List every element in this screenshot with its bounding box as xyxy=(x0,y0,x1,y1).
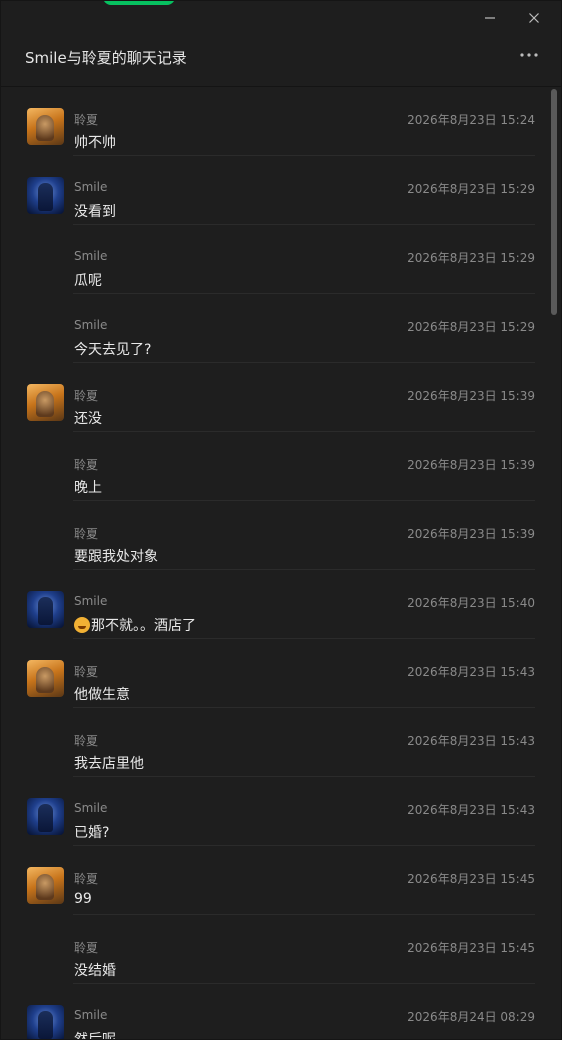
message-time: 2026年8月23日 15:39 xyxy=(407,527,535,541)
message-text: 没结婚 xyxy=(74,960,116,980)
message-text: 然后呢 xyxy=(74,1029,116,1040)
sender-name: Smile xyxy=(74,180,108,194)
sender-name: Smile xyxy=(74,318,108,332)
message-text-content: 然后呢 xyxy=(74,1032,116,1040)
message-item[interactable]: 聆夏 2026年8月23日 15:39 晚上 xyxy=(1,432,549,501)
message-text-content: 今天去见了? xyxy=(74,342,152,358)
message-item[interactable]: 聆夏 2026年8月23日 15:39 要跟我处对象 xyxy=(1,501,549,570)
message-time: 2026年8月23日 15:39 xyxy=(407,458,535,472)
message-text-content: 还没 xyxy=(74,411,102,427)
message-time: 2026年8月23日 15:24 xyxy=(407,113,535,127)
avatar[interactable] xyxy=(27,660,64,697)
window-title: Smile与聆夏的聊天记录 xyxy=(25,49,187,67)
chat-history-window: Smile与聆夏的聊天记录 聆夏 2026年8月23日 15:24 帅不帅 Smile… xyxy=(0,0,562,1040)
scrollbar[interactable] xyxy=(551,89,557,315)
title-bar: Smile与聆夏的聊天记录 xyxy=(1,1,561,87)
message-item[interactable]: Smile 2026年8月24日 08:29 然后呢 xyxy=(1,984,549,1040)
message-item[interactable]: 聆夏 2026年8月23日 15:39 还没 xyxy=(1,363,549,432)
message-time: 2026年8月23日 15:39 xyxy=(407,389,535,403)
sender-name: 聆夏 xyxy=(74,665,99,679)
message-text: 要跟我处对象 xyxy=(74,546,158,566)
sender-name: Smile xyxy=(74,249,108,263)
message-time: 2026年8月23日 15:45 xyxy=(407,941,535,955)
message-time: 2026年8月23日 15:29 xyxy=(407,182,535,196)
avatar[interactable] xyxy=(27,798,64,835)
window-controls xyxy=(475,9,549,27)
message-time: 2026年8月23日 15:29 xyxy=(407,320,535,334)
message-item[interactable]: Smile 2026年8月23日 15:29 瓜呢 xyxy=(1,225,549,294)
sender-name: 聆夏 xyxy=(74,458,99,472)
sender-name: 聆夏 xyxy=(74,527,99,541)
message-time: 2026年8月23日 15:43 xyxy=(407,803,535,817)
avatar[interactable] xyxy=(27,177,64,214)
sender-name: Smile xyxy=(74,594,108,608)
message-list[interactable]: 聆夏 2026年8月23日 15:24 帅不帅 Smile 2026年8月23日 15:… xyxy=(1,87,549,1040)
sender-name: Smile xyxy=(74,1008,108,1022)
sender-name: Smile xyxy=(74,801,108,815)
message-time: 2026年8月23日 15:29 xyxy=(407,251,535,265)
avatar[interactable] xyxy=(27,108,64,145)
message-text: 他做生意 xyxy=(74,684,130,704)
message-text: 99 xyxy=(74,891,92,907)
message-text-content: 他做生意 xyxy=(74,687,130,703)
message-text-content: 没看到 xyxy=(74,204,116,220)
message-text: 那不就。。酒店了 xyxy=(74,615,196,635)
message-text-content: 晚上 xyxy=(74,480,102,496)
minimize-icon[interactable] xyxy=(475,9,505,27)
sender-name: 聆夏 xyxy=(74,113,99,127)
message-text: 帅不帅 xyxy=(74,132,116,152)
message-item[interactable]: Smile 2026年8月23日 15:29 没看到 xyxy=(1,156,549,225)
avatar[interactable] xyxy=(27,384,64,421)
message-text: 没看到 xyxy=(74,201,116,221)
message-item[interactable]: 聆夏 2026年8月23日 15:45 99 xyxy=(1,846,549,915)
more-icon[interactable] xyxy=(517,45,541,65)
sender-name: 聆夏 xyxy=(74,389,99,403)
message-item[interactable]: 聆夏 2026年8月23日 15:24 帅不帅 xyxy=(1,87,549,156)
message-text-content: 帅不帅 xyxy=(74,135,116,151)
close-icon[interactable] xyxy=(519,9,549,27)
message-time: 2026年8月23日 15:40 xyxy=(407,596,535,610)
grin-emoji-icon xyxy=(74,617,90,633)
message-text-content: 那不就。。酒店了 xyxy=(91,618,196,634)
message-time: 2026年8月23日 15:45 xyxy=(407,872,535,886)
message-text-content: 99 xyxy=(74,891,92,907)
message-text: 瓜呢 xyxy=(74,270,102,290)
sender-name: 聆夏 xyxy=(74,941,99,955)
message-text-content: 我去店里他 xyxy=(74,756,144,772)
message-text-content: 瓜呢 xyxy=(74,273,102,289)
message-item[interactable]: Smile 2026年8月23日 15:29 今天去见了? xyxy=(1,294,549,363)
message-item[interactable]: 聆夏 2026年8月23日 15:43 他做生意 xyxy=(1,639,549,708)
avatar[interactable] xyxy=(27,591,64,628)
sender-name: 聆夏 xyxy=(74,872,99,886)
message-text: 我去店里他 xyxy=(74,753,144,773)
message-text: 还没 xyxy=(74,408,102,428)
avatar[interactable] xyxy=(27,1005,64,1039)
message-item[interactable]: 聆夏 2026年8月23日 15:45 没结婚 xyxy=(1,915,549,984)
message-time: 2026年8月23日 15:43 xyxy=(407,734,535,748)
message-text-content: 没结婚 xyxy=(74,963,116,979)
message-text-content: 要跟我处对象 xyxy=(74,549,158,565)
message-text-content: 已婚? xyxy=(74,825,110,841)
sender-name: 聆夏 xyxy=(74,734,99,748)
message-item[interactable]: Smile 2026年8月23日 15:43 已婚? xyxy=(1,777,549,846)
message-text: 今天去见了? xyxy=(74,339,151,359)
message-time: 2026年8月24日 08:29 xyxy=(407,1010,535,1024)
message-text: 已婚? xyxy=(74,822,109,842)
message-text: 晚上 xyxy=(74,477,102,497)
message-item[interactable]: Smile 2026年8月23日 15:40 那不就。。酒店了 xyxy=(1,570,549,639)
message-time: 2026年8月23日 15:43 xyxy=(407,665,535,679)
message-item[interactable]: 聆夏 2026年8月23日 15:43 我去店里他 xyxy=(1,708,549,777)
avatar[interactable] xyxy=(27,867,64,904)
